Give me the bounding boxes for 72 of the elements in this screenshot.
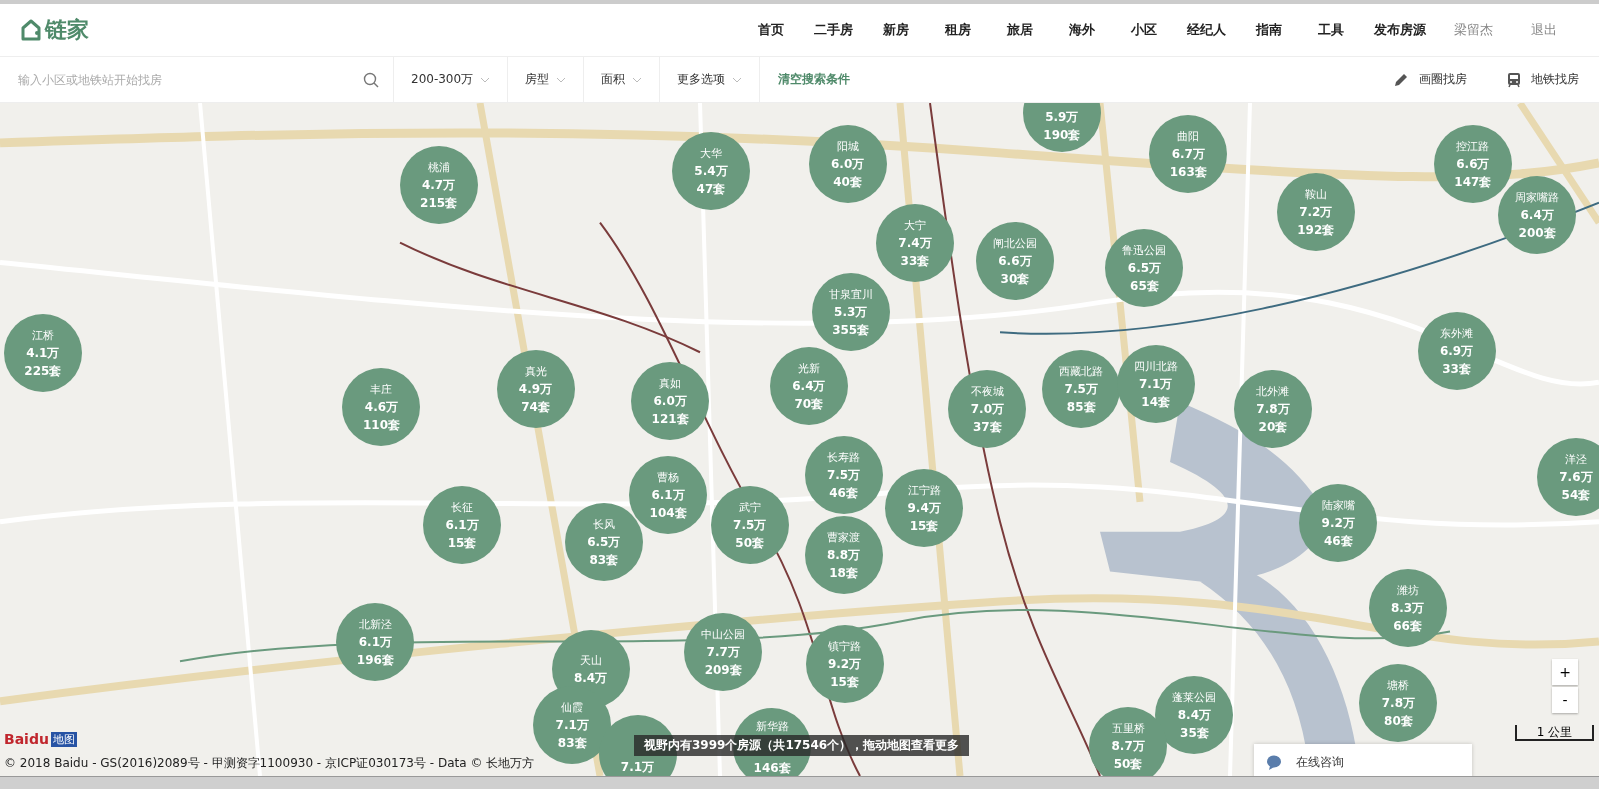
nav-link[interactable]: 小区 (1113, 21, 1175, 39)
chevron-down-icon (556, 76, 567, 83)
area-price-bubble[interactable]: 四川北路 7.1万 14套 (1116, 344, 1195, 423)
area-price-bubble[interactable]: 五里桥 8.7万 50套 (1089, 706, 1168, 776)
area-price-bubble[interactable]: 曹家渡 8.8万 18套 (804, 515, 883, 594)
nav-link[interactable]: 海外 (1051, 21, 1113, 39)
area-price-bubble[interactable]: 武宁 7.5万 50套 (710, 486, 789, 565)
area-price-bubble[interactable]: 桃浦 4.7万 215套 (399, 145, 478, 224)
chevron-down-icon (632, 76, 643, 83)
area-price-bubble[interactable]: 鞍山 7.2万 192套 (1276, 173, 1355, 252)
map-logo-text: 地图 (50, 731, 77, 747)
area-price-bubble[interactable]: 仙霞 7.1万 83套 (533, 686, 612, 765)
area-price-bubble[interactable]: 江桥 4.1万 225套 (3, 313, 82, 392)
scale-label: 1 公里 (1515, 725, 1594, 741)
area-price-bubble[interactable]: 中山公园 7.7万 209套 (684, 612, 763, 691)
chat-bubble-icon (1266, 754, 1282, 770)
area-price-bubble[interactable]: 真光 4.9万 74套 (496, 349, 575, 428)
area-price-bubble[interactable]: 长寿路 7.5万 46套 (804, 436, 883, 515)
search-icon[interactable] (363, 71, 379, 88)
area-price-bubble[interactable]: 大宁 7.4万 33套 (875, 203, 954, 282)
area-price-bubble[interactable]: 东外滩 6.9万 33套 (1417, 311, 1496, 390)
area-price-bubble[interactable]: 陆家嘴 9.2万 46套 (1299, 484, 1378, 563)
area-price-bubble[interactable]: 潍坊 8.3万 66套 (1368, 568, 1447, 647)
area-price-bubble[interactable]: 光新 6.4万 70套 (769, 346, 848, 425)
nav-link[interactable]: 发布房源 (1362, 21, 1438, 39)
nav-link[interactable]: 退出 (1509, 21, 1579, 39)
area-price-bubble[interactable]: 北外滩 7.8万 20套 (1233, 370, 1312, 448)
area-price-bubble[interactable]: 周家嘴路 6.4万 200套 (1498, 176, 1577, 255)
area-price-bubble[interactable]: 长征 6.1万 15套 (423, 486, 502, 565)
area-price-bubble[interactable]: 控江路 6.6万 147套 (1433, 125, 1512, 204)
search-field[interactable]: 输入小区或地铁站开始找房 (16, 71, 363, 88)
listing-count-notice: 视野内有3999个房源（共17546个），拖动地图查看更多 (634, 735, 970, 756)
area-price-bubble[interactable]: 5.9万 190套 (1022, 103, 1101, 153)
nav-link[interactable]: 工具 (1300, 21, 1362, 39)
area-price-bubble[interactable]: 曲阳 6.7万 163套 (1149, 115, 1228, 193)
area-price-bubble[interactable]: 镇宁路 9.2万 15套 (805, 625, 884, 703)
nav-link[interactable]: 二手房 (802, 21, 865, 39)
map-logo-brand: Baidu (4, 731, 49, 747)
area-price-bubble[interactable]: 西藏北路 7.5万 85套 (1042, 349, 1121, 428)
area-price-bubble[interactable]: 大华 5.4万 47套 (671, 132, 750, 211)
area-price-bubble[interactable]: 丰庄 4.6万 110套 (342, 367, 421, 446)
online-chat-button[interactable]: 在线咨询 (1254, 744, 1472, 776)
area-price-bubble[interactable]: 江宁路 9.4万 15套 (885, 468, 964, 547)
area-price-bubble[interactable]: 闸北公园 6.6万 30套 (975, 222, 1054, 301)
area-price-bubble[interactable]: 北新泾 6.1万 196套 (336, 602, 415, 681)
area-price-bubble[interactable]: 曹杨 6.1万 104套 (629, 455, 708, 534)
clear-filters-link[interactable]: 清空搜索条件 (760, 57, 869, 102)
nav-link[interactable]: 指南 (1238, 21, 1300, 39)
area-price-bubble[interactable]: 真如 6.0万 121套 (631, 361, 710, 440)
nav-link[interactable]: 首页 (740, 21, 802, 39)
map-copyright: © 2018 Baidu - GS(2016)2089号 - 甲测资字1100930 - 京ICP证030173号 - Data © 长地万方 (4, 755, 535, 772)
nav-link[interactable]: 租房 (927, 21, 989, 39)
pencil-icon (1393, 71, 1409, 88)
nav-link[interactable]: 新房 (865, 21, 927, 39)
nav-link[interactable]: 旅居 (989, 21, 1051, 39)
area-price-bubble[interactable]: 不夜城 7.0万 37套 (948, 370, 1027, 448)
logo-text[interactable]: 链家 (45, 15, 89, 45)
nav-link[interactable]: 经纪人 (1175, 21, 1238, 39)
chevron-down-icon (480, 76, 491, 83)
area-price-bubble[interactable]: 蓬莱公园 8.4万 35套 (1155, 676, 1234, 754)
nav-link[interactable]: 梁留杰 (1438, 21, 1509, 39)
area-price-bubble[interactable]: 阳城 6.0万 40套 (808, 125, 887, 204)
area-price-bubble[interactable]: 塘桥 7.8万 80套 (1359, 663, 1438, 742)
area-price-bubble[interactable]: 长风 6.5万 83套 (564, 502, 643, 581)
area-price-bubble[interactable]: 洋泾 7.6万 54套 (1536, 438, 1599, 517)
train-icon (1507, 71, 1521, 88)
house-logo-icon (20, 18, 42, 42)
area-price-bubble[interactable]: 鲁迅公园 6.5万 65套 (1105, 229, 1184, 308)
zoom-button[interactable]: - (1552, 687, 1578, 713)
zoom-button[interactable]: + (1552, 659, 1578, 685)
area-price-bubble[interactable]: 甘泉宜川 5.3万 355套 (811, 273, 890, 352)
chevron-down-icon (732, 76, 743, 83)
